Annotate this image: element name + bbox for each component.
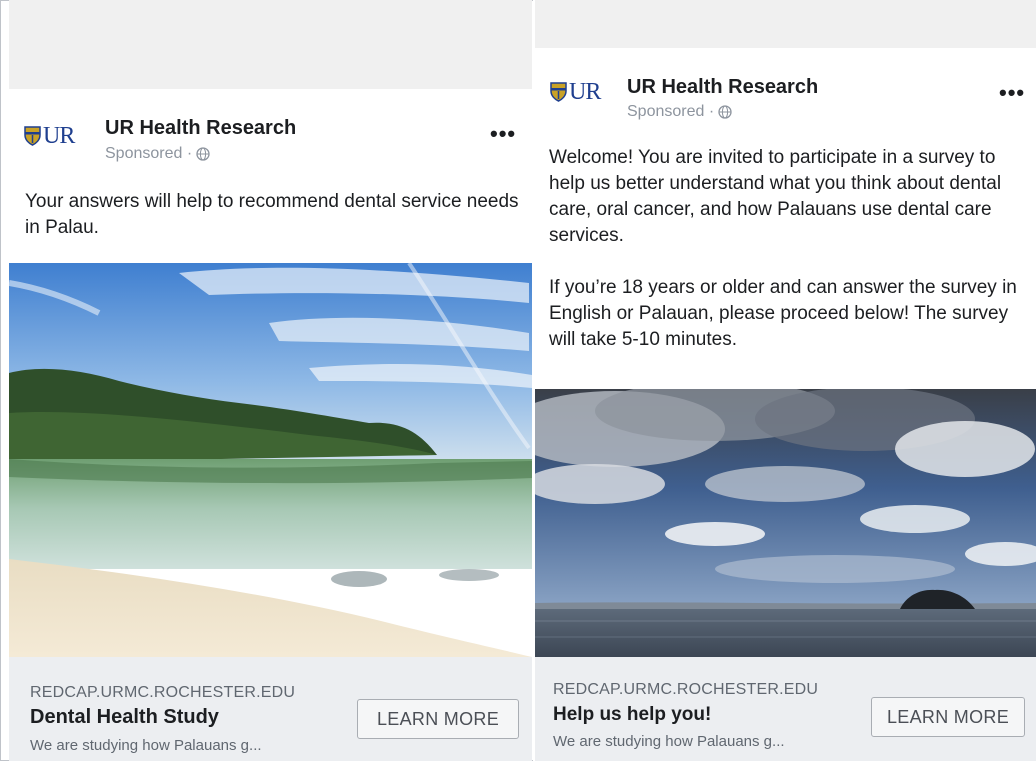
cloudy-sea-photo[interactable] <box>535 389 1036 657</box>
link-preview-footer[interactable]: REDCAP.URMC.ROCHESTER.EDU Dental Health … <box>9 657 532 761</box>
page-name-link[interactable]: UR Health Research <box>105 117 296 140</box>
sponsored-post-right: UR UR Health Research Sponsored · ••• We… <box>535 0 1036 761</box>
sponsored-post-left: UR UR Health Research Sponsored · ••• Yo… <box>9 0 532 761</box>
link-description: We are studying how Palauans g... <box>553 733 785 750</box>
post-paragraph: If you’re 18 years or older and can answ… <box>549 277 1017 350</box>
learn-more-button[interactable]: LEARN MORE <box>357 699 519 739</box>
page-logo[interactable]: UR <box>24 123 75 149</box>
link-preview-footer[interactable]: REDCAP.URMC.ROCHESTER.EDU Help us help y… <box>535 657 1036 761</box>
feed-top-band <box>535 0 1036 48</box>
feed-top-band <box>9 0 532 89</box>
globe-icon <box>196 147 210 161</box>
more-options-icon[interactable]: ••• <box>490 123 516 145</box>
link-description: We are studying how Palauans g... <box>30 737 262 754</box>
link-headline[interactable]: Help us help you! <box>553 704 711 726</box>
learn-more-button[interactable]: LEARN MORE <box>871 697 1025 737</box>
post-text: Your answers will help to recommend dent… <box>25 189 525 241</box>
sponsored-label: Sponsored · <box>627 103 732 121</box>
sponsored-label: Sponsored · <box>105 145 210 163</box>
link-domain: REDCAP.URMC.ROCHESTER.EDU <box>553 681 819 698</box>
more-options-icon[interactable]: ••• <box>999 82 1025 104</box>
page-name-link[interactable]: UR Health Research <box>627 76 818 99</box>
beach-lagoon-photo[interactable] <box>9 263 532 657</box>
link-headline[interactable]: Dental Health Study <box>30 706 219 729</box>
logo-text: UR <box>569 79 601 105</box>
sponsored-text: Sponsored · <box>627 103 715 120</box>
globe-icon <box>718 105 732 119</box>
sponsored-text: Sponsored · <box>105 145 193 162</box>
post-paragraph: Your answers will help to recommend dent… <box>25 191 519 238</box>
logo-text: UR <box>43 123 75 149</box>
post-paragraph: Welcome! You are invited to participate … <box>549 147 1002 246</box>
shield-logo-icon <box>550 82 567 102</box>
post-text: Welcome! You are invited to participate … <box>549 145 1029 353</box>
page-logo[interactable]: UR <box>550 79 601 105</box>
shield-logo-icon <box>24 126 41 146</box>
link-domain: REDCAP.URMC.ROCHESTER.EDU <box>30 684 296 701</box>
